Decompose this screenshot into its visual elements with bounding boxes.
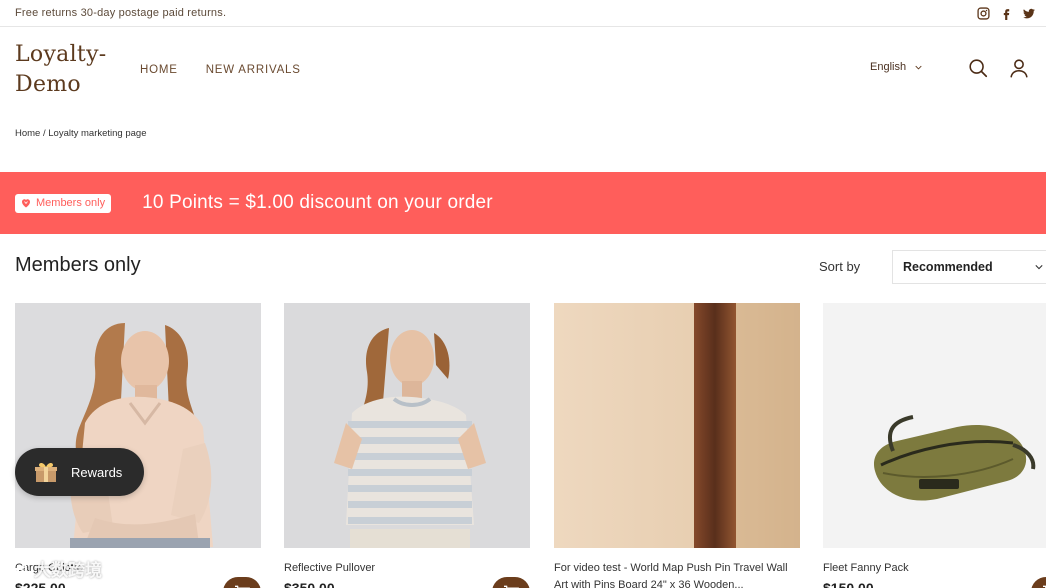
site-header: Loyalty- Demo HOME NEW ARRIVALS English xyxy=(0,27,1046,113)
add-to-cart-button[interactable] xyxy=(223,577,261,588)
store-logo[interactable]: Loyalty- Demo xyxy=(15,40,140,100)
nav-new-arrivals[interactable]: NEW ARRIVALS xyxy=(206,64,301,76)
watermark-logo-icon xyxy=(9,559,27,578)
account-icon[interactable] xyxy=(1008,57,1030,79)
wall-art-photo-image xyxy=(554,303,800,548)
breadcrumb: Home / Loyalty marketing page xyxy=(15,128,147,139)
logo-line-1: Loyalty- xyxy=(15,42,107,67)
product-price: $350.00 xyxy=(284,580,335,588)
social-links xyxy=(976,6,1036,20)
sort-value: Recommended xyxy=(903,260,993,274)
heart-icon xyxy=(22,199,30,208)
product-card: Fleet Fanny Pack $150.00 xyxy=(823,303,1046,588)
add-to-cart-button[interactable] xyxy=(1031,577,1046,588)
product-image[interactable] xyxy=(15,303,261,548)
badge-label: Members only xyxy=(36,197,106,209)
nav-home[interactable]: HOME xyxy=(140,64,178,76)
model-striped-tee-image xyxy=(284,303,530,548)
announcement-bar: Free returns 30-day postage paid returns… xyxy=(0,0,1046,27)
sort-select[interactable]: Recommended xyxy=(892,250,1046,284)
section-title: Members only xyxy=(15,254,141,276)
chevron-down-icon xyxy=(915,65,922,70)
members-only-badge: Members only xyxy=(15,193,112,213)
breadcrumb-current: Loyalty marketing page xyxy=(48,128,147,139)
twitter-icon[interactable] xyxy=(1022,6,1036,20)
product-card: Reflective Pullover $350.00 xyxy=(284,303,530,588)
product-image[interactable] xyxy=(284,303,530,548)
language-label: English xyxy=(870,61,907,73)
model-pink-polo-image xyxy=(15,303,261,548)
product-price: $150.00 xyxy=(823,580,874,588)
product-card: For video test - World Map Push Pin Trav… xyxy=(554,303,800,588)
watermark: 大数跨境 xyxy=(8,556,102,581)
announcement-text: Free returns 30-day postage paid returns… xyxy=(15,7,227,19)
rewards-label: Rewards xyxy=(71,464,123,480)
banner-headline: 10 Points = $1.00 discount on your order xyxy=(142,192,493,213)
language-selector[interactable]: English xyxy=(870,61,922,73)
watermark-text: 大数跨境 xyxy=(34,561,102,580)
instagram-icon[interactable] xyxy=(976,6,990,20)
breadcrumb-home[interactable]: Home xyxy=(15,128,40,139)
product-image[interactable] xyxy=(554,303,800,548)
main-nav: HOME NEW ARRIVALS xyxy=(140,64,301,76)
points-banner: Members only 10 Points = $1.00 discount … xyxy=(0,172,1046,234)
product-price: $225.00 xyxy=(15,580,66,588)
add-to-cart-button[interactable] xyxy=(492,577,530,588)
rewards-launcher-button[interactable]: Rewards xyxy=(15,448,144,496)
product-name[interactable]: For video test - World Map Push Pin Trav… xyxy=(554,560,794,588)
logo-line-2: Demo xyxy=(15,72,81,97)
product-name[interactable]: Reflective Pullover xyxy=(284,560,524,577)
fanny-pack-image xyxy=(823,303,1046,548)
gift-box-icon xyxy=(35,462,57,482)
sort-label: Sort by xyxy=(819,259,861,274)
chevron-down-icon xyxy=(1035,265,1043,270)
product-image[interactable] xyxy=(823,303,1046,548)
search-icon[interactable] xyxy=(967,57,989,79)
facebook-icon[interactable] xyxy=(999,6,1013,20)
product-card: Cargo Culotte $225.00 xyxy=(15,303,261,588)
product-name[interactable]: Fleet Fanny Pack xyxy=(823,560,1046,577)
